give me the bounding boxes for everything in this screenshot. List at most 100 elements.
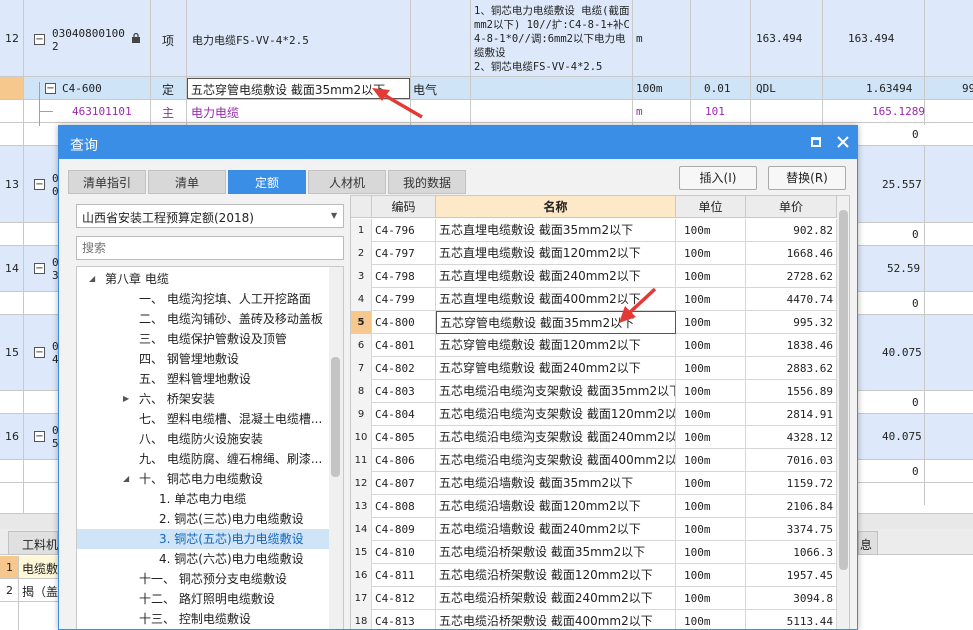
tree-item[interactable]: 4. 铜芯(六芯)电力电缆敷设 xyxy=(159,549,304,569)
tree-item[interactable]: 一、 电缆沟挖填、人工开挖路面 xyxy=(139,289,311,309)
tree-item[interactable]: 七、 塑料电缆槽、混凝土电缆槽... xyxy=(139,409,322,429)
grid-cell-code: C4-807 xyxy=(372,472,436,495)
grid-cell-no: 1 xyxy=(351,219,372,242)
insert-button[interactable]: 插入(I) xyxy=(679,166,757,190)
collapse-icon-13[interactable]: − xyxy=(34,179,45,190)
grid-cell-no: 3 xyxy=(351,265,372,288)
grid-cell-name: 五芯电缆沿电缆沟支架敷设 截面120mm2以下 xyxy=(436,403,676,426)
grid-cell-name: 五芯电缆沿桥架敷设 截面35mm2以下 xyxy=(436,541,676,564)
grid-cell-no: 2 xyxy=(351,242,372,265)
grid-scroll-thumb[interactable] xyxy=(839,210,848,570)
bottom-row-1-no: 1 xyxy=(6,561,13,574)
dialog-titlebar[interactable]: 查询 xyxy=(59,126,857,159)
tree-item[interactable]: 十三、 控制电缆敷设 xyxy=(139,609,251,629)
grid-cell-code: C4-805 xyxy=(372,426,436,449)
grid-header-cell[interactable]: 单位 xyxy=(676,196,746,218)
grid-cell-no: 6 xyxy=(351,334,372,357)
bottom-row-2-text: 揭（盖 xyxy=(22,585,59,599)
tab-quota[interactable]: 定额 xyxy=(228,170,306,194)
row-12-qty2: 163.494 xyxy=(848,32,895,45)
grid-cell-no: 16 xyxy=(351,564,372,587)
tree-item[interactable]: 四、 钢管埋地敷设 xyxy=(139,349,239,369)
tree-connector xyxy=(39,82,40,126)
grid-cell-name: 五芯穿管电缆敷设 截面120mm2以下 xyxy=(436,334,676,357)
collapse-icon-14[interactable]: − xyxy=(34,263,45,274)
replace-button[interactable]: 替换(R) xyxy=(768,166,846,190)
chapter-tree: ◢ 第八章 电缆 一、 电缆沟挖填、人工开挖路面 二、 电缆沟铺砂、盖砖及移动盖板 三、… xyxy=(76,266,344,629)
grid-cell-price: 2883.62 xyxy=(746,357,837,380)
row-13-number: 13 xyxy=(5,178,19,191)
grid-cell-name: 五芯电缆沿电缆沟支架敷设 截面240mm2以下 xyxy=(436,426,676,449)
tree-item[interactable]: 五、 塑料管埋地敷设 xyxy=(139,369,251,389)
grid-cell-unit: 100m xyxy=(676,334,746,357)
grid-header-cell[interactable]: 单价 xyxy=(746,196,837,218)
row-15-zero: 0 xyxy=(912,396,919,409)
tree-item[interactable]: 八、 电缆防火设施安装 xyxy=(139,429,263,449)
tree-scroll-thumb[interactable] xyxy=(331,357,340,477)
grid-cell-price: 1957.45 xyxy=(746,564,837,587)
grid-cell-name: 五芯电缆沿电缆沟支架敷设 截面35mm2以下 xyxy=(436,380,676,403)
collapse-icon-15[interactable]: − xyxy=(34,347,45,358)
row-14-number: 14 xyxy=(5,262,19,275)
grid-cell-unit: 100m xyxy=(676,495,746,518)
tree-collapse-icon[interactable]: ◢ xyxy=(123,474,129,483)
tree-item[interactable]: 二、 电缆沟铺砂、盖砖及移动盖板 xyxy=(139,309,323,329)
tree-item[interactable]: 三、 电缆保护管敷设及顶管 xyxy=(139,329,287,349)
quota-library-select[interactable]: 山西省安装工程预算定额(2018) ▼ xyxy=(76,204,344,228)
grid-cell-name: 五芯电缆沿墙敷设 截面240mm2以下 xyxy=(436,518,676,541)
tree-item[interactable]: 十二、 路灯照明电缆敷设 xyxy=(139,589,275,609)
maximize-icon[interactable] xyxy=(811,137,821,147)
grid-cell-name: 五芯电缆沿墙敷设 截面120mm2以下 xyxy=(436,495,676,518)
grid-cell-name: 五芯穿管电缆敷设 截面240mm2以下 xyxy=(436,357,676,380)
close-icon[interactable] xyxy=(835,134,851,150)
grid-cell-name: 五芯电缆沿桥架敷设 截面120mm2以下 xyxy=(436,564,676,587)
grid-header-cell[interactable] xyxy=(351,196,372,218)
tree-expand-icon[interactable]: ▶ xyxy=(123,394,129,403)
tab-my-data[interactable]: 我的数据 xyxy=(388,170,466,194)
tree-item[interactable]: 第八章 电缆 xyxy=(105,269,169,289)
grid-cell-no: 14 xyxy=(351,518,372,541)
grid-cell-unit: 100m xyxy=(676,403,746,426)
row-c4600-unit: 100m xyxy=(636,82,663,95)
row-main-qty: 165.1289 xyxy=(872,105,925,118)
grid-header-cell[interactable]: 名称 xyxy=(436,196,676,218)
red-arrow-annotation xyxy=(370,86,430,122)
quota-grid: 编码 名称 单位 单价 1 C4-796 五芯直埋电缆敷设 截面35mm2以下 100m 902… xyxy=(350,195,850,629)
grid-cell-no: 11 xyxy=(351,449,372,472)
tree-item[interactable]: 1. 单芯电力电缆 xyxy=(159,489,246,509)
tree-item[interactable]: 十一、 铜芯预分支电缆敷设 xyxy=(139,569,287,589)
grid-cell-price: 4470.74 xyxy=(746,288,837,311)
tree-item[interactable]: 2. 铜芯(三芯)电力电缆敷设 xyxy=(159,509,304,529)
tree-item[interactable]: 六、 桥架安装 xyxy=(139,389,215,409)
grid-cell-no: 7 xyxy=(351,357,372,380)
row-c4600-extra: 99 xyxy=(962,82,973,95)
tab-labor-material[interactable]: 人材机 xyxy=(308,170,386,194)
collapse-icon[interactable]: − xyxy=(34,34,45,45)
grid-cell-name: 五芯直埋电缆敷设 截面35mm2以下 xyxy=(436,219,676,242)
collapse-icon-16[interactable]: − xyxy=(34,431,45,442)
grid-cell-no: 15 xyxy=(351,541,372,564)
row-c4600-number-cell xyxy=(0,77,23,99)
grid-header-cell[interactable]: 编码 xyxy=(372,196,436,218)
tree-item[interactable]: 十、 铜芯电力电缆敷设 xyxy=(139,469,263,489)
grid-cell-code: C4-811 xyxy=(372,564,436,587)
row-c4600-bg[interactable] xyxy=(0,77,973,99)
tab-list[interactable]: 清单 xyxy=(148,170,226,194)
grid-cell-code: C4-804 xyxy=(372,403,436,426)
collapse-icon-c4600[interactable]: − xyxy=(45,83,56,94)
grid-cell-unit: 100m xyxy=(676,357,746,380)
grid-cell-unit: 100m xyxy=(676,219,746,242)
tab-list-guide[interactable]: 清单指引 xyxy=(68,170,146,194)
grid-cell-code: C4-813 xyxy=(372,610,436,629)
insert-button-label: 插入(I) xyxy=(699,171,737,185)
row-13-qty: 25.557 xyxy=(882,178,922,191)
search-input[interactable] xyxy=(76,236,344,260)
tree-collapse-icon[interactable]: ◢ xyxy=(89,274,95,283)
quota-library-value: 山西省安装工程预算定额(2018) xyxy=(82,211,254,225)
tree-item[interactable]: 九、 电缆防腐、缠石棉绳、刷漆... xyxy=(139,449,322,469)
tab-label: 我的数据 xyxy=(402,176,451,190)
grid-cell-code: C4-802 xyxy=(372,357,436,380)
tree-connector-h xyxy=(39,111,53,112)
tree-item[interactable]: 3. 铜芯(五芯)电力电缆敷设 xyxy=(159,529,304,549)
row-12-unit: m xyxy=(636,32,643,45)
